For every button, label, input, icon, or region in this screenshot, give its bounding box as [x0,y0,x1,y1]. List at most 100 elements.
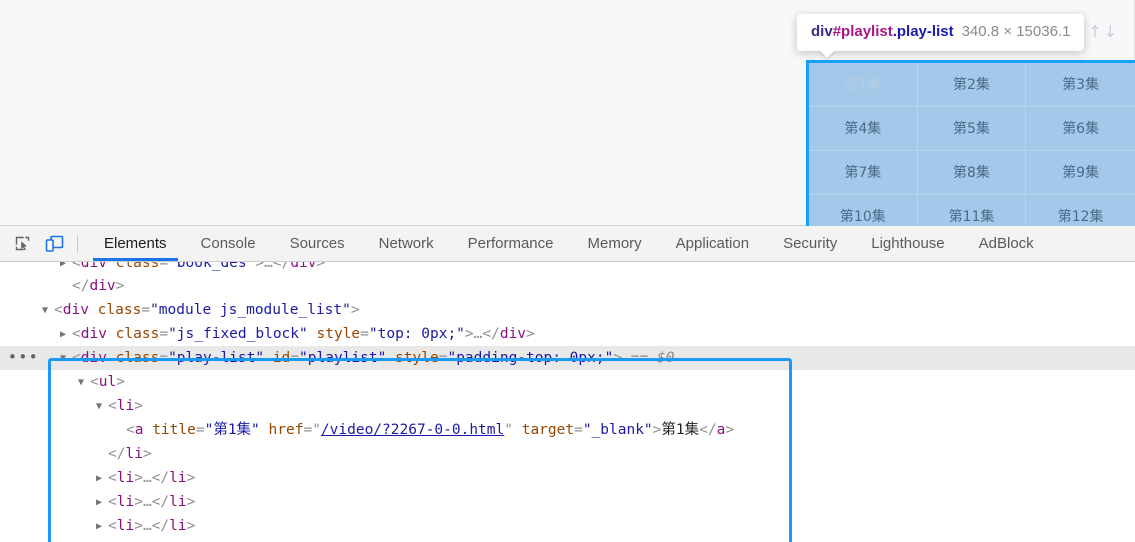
devtools-panel: Elements Console Sources Network Performance… [0,226,1135,542]
playlist-episode-grid: 第1集 第2集 第3集第4集 第5集 第6集第7集 第8集 第9集第10集 第11集 第12集 [809,63,1135,226]
dom-row[interactable]: ▼ <ul> [0,370,1135,394]
code-token-punct: < [108,494,117,510]
expand-triangle-open-icon[interactable]: ▼ [60,347,71,371]
dom-row[interactable]: ▶ <div class="book_des">…</div> [0,262,1135,274]
code-token-attr: id [264,350,291,366]
code-token-punct: > [134,518,143,534]
inspect-element-icon[interactable] [8,231,36,257]
code-token-punct: > [464,326,474,342]
code-token-tag: li [116,518,135,534]
code-token-val: "playlist" [299,350,387,366]
tab-application[interactable]: Application [659,226,766,261]
code-token-tag: li [116,398,135,414]
code-token-tag: div [80,326,107,342]
code-token-punct: > [134,494,143,510]
playlist-episode-cell[interactable]: 第4集 [809,107,918,151]
code-token-punct: = [290,350,300,366]
expand-triangle-closed-icon[interactable]: ▶ [96,515,107,539]
row-more-options-icon[interactable]: ••• [8,346,39,370]
expand-triangle-open-icon[interactable]: ▼ [78,371,89,395]
code-token-punct: < [72,350,81,366]
tab-console[interactable]: Console [184,226,273,261]
dom-row[interactable]: ▶<li>…</li> [0,538,1135,542]
tooltip-tag-name: div [811,23,833,40]
dom-row[interactable]: </div> [0,274,1135,298]
code-token-attr: style [386,350,439,366]
playlist-episode-cell[interactable]: 第10集 [809,195,918,226]
code-token-val: "play-list" [168,350,265,366]
code-token-tag: ul [98,374,117,390]
code-token-attr: class [106,262,160,271]
expand-triangle-open-icon[interactable]: ▼ [96,395,107,419]
code-token-punct: < [108,470,117,486]
expand-triangle-closed-icon[interactable]: ▶ [96,467,107,491]
playlist-episode-cell[interactable]: 第5集 [917,107,1027,151]
code-token-val: "module js_module_list" [150,302,351,318]
dom-row[interactable]: ▶<li>…</li> [0,490,1135,514]
triangle-spacer [114,419,125,443]
playlist-episode-cell[interactable]: 第12集 [1026,195,1135,226]
dom-row[interactable]: ▶<li>…</li> [0,514,1135,538]
code-token-punct: > [115,278,125,294]
expand-triangle-closed-icon[interactable]: ▶ [96,491,107,515]
devtools-tab-bar: Elements Console Sources Network Performance… [87,226,1051,261]
code-token-punct: " [312,422,321,438]
highlighted-element-playlist[interactable]: 第1集 第2集 第3集第4集 第5集 第6集第7集 第8集 第9集第10集 第11集 第12集 [806,60,1135,226]
playlist-episode-cell[interactable]: 第8集 [917,151,1027,195]
toolbar-separator [77,234,78,253]
code-token-val: "padding-top: 0px;" [447,350,614,366]
playlist-episode-cell[interactable]: 第11集 [918,195,1027,226]
code-token-ell: … [142,494,152,510]
dom-row[interactable]: </li> [0,442,1135,466]
tab-performance[interactable]: Performance [451,226,571,261]
code-token-punct: </ [482,326,500,342]
code-token-punct: = [159,326,169,342]
playlist-episode-cell[interactable]: 第1集 [809,63,918,107]
playlist-episode-cell[interactable]: 第7集 [809,151,918,195]
tab-elements[interactable]: Elements [87,226,184,261]
dom-row[interactable]: ▼ <li> [0,394,1135,418]
playlist-episode-cell[interactable]: 第2集 [917,63,1027,107]
code-token-val: "book_des" [168,262,256,271]
code-token-punct: </ [272,262,291,271]
page-viewport: ↑↓ 第1集 第2集 第3集 第4集 第5集 第6集 第7集 第8集 第9集 第10集 第11集 第1… [0,0,1135,226]
dom-row[interactable]: ▼ <div class="module js_module_list"> [0,298,1135,322]
dom-row[interactable]: <a title="第1集" href="/video/?2267-0-0.ht… [0,418,1135,442]
code-token-punct: </ [151,470,170,486]
code-token-punct: </ [72,278,90,294]
expand-triangle-closed-icon[interactable]: ▶ [60,323,71,347]
playlist-episode-cell[interactable]: 第3集 [1026,63,1135,107]
code-token-tag: li [169,494,187,510]
expand-triangle-open-icon[interactable]: ▼ [42,299,53,323]
device-toolbar-icon[interactable] [40,231,68,257]
tab-adblock[interactable]: AdBlock [962,226,1051,261]
code-token-attr: title [143,422,196,438]
code-token-punct: = [159,262,169,271]
dom-row[interactable]: ▶ <div class="js_fixed_block" style="top:… [0,322,1135,346]
tab-sources[interactable]: Sources [273,226,362,261]
code-token-tag: div [499,326,527,342]
tab-network[interactable]: Network [362,226,451,261]
playlist-episode-cell[interactable]: 第6集 [1026,107,1135,151]
code-token-punct: > [526,326,535,342]
code-token-punct: > [255,262,265,271]
code-token-punct: = [195,422,205,438]
dom-tree-view[interactable]: ▶ <div class="book_des">…</div> </div> ▼ <d… [0,262,1135,542]
playlist-episode-cell[interactable]: 第9集 [1026,151,1135,195]
code-token-link[interactable]: /video/?2267-0-0.html [321,422,504,438]
code-token-val: "js_fixed_block" [168,326,308,342]
code-token-punct: > [142,446,152,462]
tab-security[interactable]: Security [766,226,854,261]
code-token-punct: > [134,470,143,486]
code-token-punct: < [108,518,117,534]
code-token-dollar: == $0 [622,350,675,366]
dom-row-selected[interactable]: ••• ▼ <div class="play-list" id="playlist"… [0,346,1135,370]
tab-memory[interactable]: Memory [571,226,659,261]
expand-triangle-closed-icon[interactable]: ▶ [60,262,71,274]
code-token-punct: = [159,350,169,366]
dom-row[interactable]: ▶<li>…</li> [0,466,1135,490]
tooltip-element-id: #playlist [832,23,893,40]
tab-lighthouse[interactable]: Lighthouse [854,226,961,261]
code-token-attr: class [106,350,160,366]
code-token-punct: > [613,350,623,366]
